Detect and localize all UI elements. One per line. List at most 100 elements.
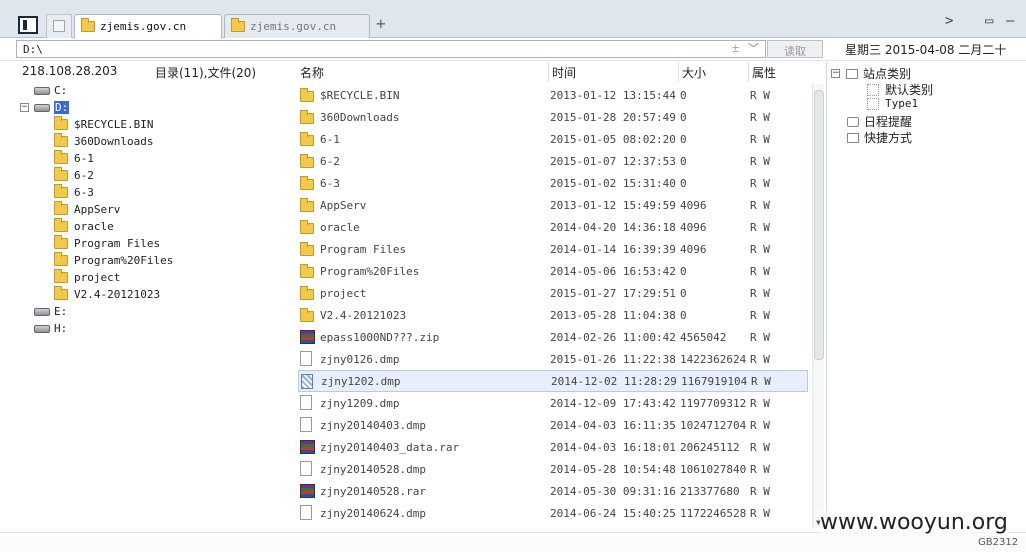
file-size: 1172246528 (680, 506, 747, 520)
folder-icon (300, 264, 314, 281)
plus-minus-icon[interactable]: ± (732, 41, 739, 55)
tree-item[interactable]: 360Downloads (54, 133, 153, 150)
file-icon (301, 374, 313, 392)
dir-summary: 目录(11),文件(20) (155, 66, 257, 80)
file-row[interactable]: project 2015-01-27 17:29:51 0 R W (298, 282, 808, 304)
tab-active[interactable]: zjemis.gov.cn (74, 14, 222, 38)
file-row[interactable]: 360Downloads 2015-01-28 20:57:49 0 R W (298, 106, 808, 128)
file-time: 2014-05-30 09:31:16 (550, 484, 676, 498)
tree-item[interactable]: V2.4-20121023 (54, 286, 160, 303)
file-row[interactable]: zjny20140624.dmp 2014-06-24 15:40:25 11722… (298, 502, 808, 524)
column-divider (548, 62, 549, 82)
file-row[interactable]: zjny1202.dmp 2014-12-02 11:28:29 116791910… (298, 370, 808, 392)
address-input[interactable]: D:\ (16, 40, 766, 58)
tree-item[interactable]: H: (34, 320, 67, 337)
site-panel: − 站点类别 默认类别 Type1 日程提醒 快捷方式 (826, 62, 1026, 532)
file-time: 2014-12-02 11:28:29 (551, 374, 677, 388)
scrollbar[interactable]: ▼ (812, 84, 824, 528)
archive-icon (300, 330, 315, 347)
tree-item[interactable]: 6-3 (54, 184, 94, 201)
tree-item[interactable]: AppServ (54, 201, 120, 218)
shortcuts-node[interactable]: 快捷方式 (847, 129, 912, 146)
file-list: $RECYCLE.BIN 2013-01-12 13:15:44 0 R W 360Do… (298, 84, 808, 528)
new-tab-button[interactable]: + (376, 14, 386, 33)
sidebar-toggle-icon[interactable] (18, 16, 38, 34)
schedule-node[interactable]: 日程提醒 (847, 113, 912, 130)
tab-label: zjemis.gov.cn (250, 20, 337, 33)
column-time[interactable]: 时间 (552, 62, 576, 82)
file-name: zjny0126.dmp (320, 352, 400, 366)
folder-icon (54, 184, 68, 198)
tree-item[interactable]: oracle (54, 218, 114, 235)
column-size[interactable]: 大小 (682, 62, 706, 82)
file-attr: R W (751, 374, 771, 388)
file-row[interactable]: oracle 2014-04-20 14:36:18 4096 R W (298, 216, 808, 238)
file-row[interactable]: zjny20140528.rar 2014-05-30 09:31:16 21337… (298, 480, 808, 502)
category-item[interactable]: 默认类别 (867, 81, 933, 98)
archive-icon (300, 484, 315, 501)
tree-item[interactable]: C: (34, 82, 67, 99)
tree-item-label: E: (54, 305, 68, 318)
tab-inactive[interactable]: zjemis.gov.cn (224, 14, 370, 38)
folder-icon (54, 201, 68, 215)
tree-item[interactable]: E: (34, 303, 67, 320)
file-row[interactable]: zjny20140403_data.rar 2014-04-03 16:18:01… (298, 436, 808, 458)
minimize-icon[interactable]: – (1006, 13, 1014, 29)
file-row[interactable]: zjny20140528.dmp 2014-05-28 10:54:48 10610… (298, 458, 808, 480)
tree-item[interactable]: project (54, 269, 120, 286)
drive-icon (34, 307, 50, 316)
file-attr: R W (750, 286, 770, 300)
file-row[interactable]: zjny1209.dmp 2014-12-09 17:43:42 119770931… (298, 392, 808, 414)
tree-item[interactable]: 6-2 (54, 167, 94, 184)
collapse-icon[interactable]: − (831, 69, 840, 78)
tree-item-label: V2.4-20121023 (74, 288, 161, 301)
item-icon (867, 97, 879, 110)
file-attr: R W (750, 330, 770, 344)
column-name[interactable]: 名称 (300, 62, 324, 82)
category-node[interactable]: − 站点类别 (831, 65, 911, 82)
file-size: 213377680 (680, 484, 740, 498)
column-attr[interactable]: 属性 (752, 62, 776, 82)
file-name: 6-1 (320, 132, 340, 146)
date-display: 星期三 2015-04-08 二月二十 (845, 43, 1007, 57)
tree-item-label: D: (54, 101, 70, 114)
file-attr: R W (750, 242, 770, 256)
tree-item[interactable]: − D: (20, 99, 70, 116)
file-row[interactable]: $RECYCLE.BIN 2013-01-12 13:15:44 0 R W (298, 84, 808, 106)
blank-tab[interactable] (46, 14, 72, 38)
file-row[interactable]: V2.4-20121023 2013-05-28 11:04:38 0 R W (298, 304, 808, 326)
file-row[interactable]: 6-3 2015-01-02 15:31:40 0 R W (298, 172, 808, 194)
column-divider (678, 62, 679, 82)
chevron-down-icon[interactable]: ﹀ (748, 40, 759, 56)
folder-icon (54, 286, 68, 300)
file-row[interactable]: Program%20Files 2014-05-06 16:53:42 0 R W (298, 260, 808, 282)
file-row[interactable]: AppServ 2013-01-12 15:49:59 4096 R W (298, 194, 808, 216)
chevron-right-icon[interactable]: > (945, 13, 953, 29)
restore-icon[interactable]: ▭ (985, 13, 993, 29)
file-row[interactable]: 6-2 2015-01-07 12:37:53 0 R W (298, 150, 808, 172)
scrollbar-thumb[interactable] (814, 90, 824, 360)
file-row[interactable]: epass1000ND???.zip 2014-02-26 11:00:42 456… (298, 326, 808, 348)
file-time: 2015-01-07 12:37:53 (550, 154, 676, 168)
file-size: 206245112 (680, 440, 740, 454)
tree-item[interactable]: Program Files (54, 235, 160, 252)
collapse-icon[interactable]: − (20, 103, 29, 112)
file-row[interactable]: zjny0126.dmp 2015-01-26 11:22:38 142236262… (298, 348, 808, 370)
archive-icon (300, 440, 315, 457)
tree-item-label: $RECYCLE.BIN (74, 118, 154, 131)
tree-item[interactable]: 6-1 (54, 150, 94, 167)
file-row[interactable]: 6-1 2015-01-05 08:02:20 0 R W (298, 128, 808, 150)
read-button[interactable]: 读取 (767, 40, 823, 58)
file-size: 0 (680, 154, 687, 168)
tree-item[interactable]: $RECYCLE.BIN (54, 116, 153, 133)
file-row[interactable]: Program Files 2014-01-14 16:39:39 4096 R W (298, 238, 808, 260)
file-name: Program Files (320, 242, 407, 256)
category-item-label: 默认类别 (885, 83, 934, 97)
category-item[interactable]: Type1 (867, 97, 918, 110)
file-name: project (320, 286, 367, 300)
file-attr: R W (750, 352, 770, 366)
file-size: 1422362624 (680, 352, 747, 366)
tree-item[interactable]: Program%20Files (54, 252, 173, 269)
folder-icon (54, 218, 68, 232)
file-row[interactable]: zjny20140403.dmp 2014-04-03 16:11:35 10247… (298, 414, 808, 436)
